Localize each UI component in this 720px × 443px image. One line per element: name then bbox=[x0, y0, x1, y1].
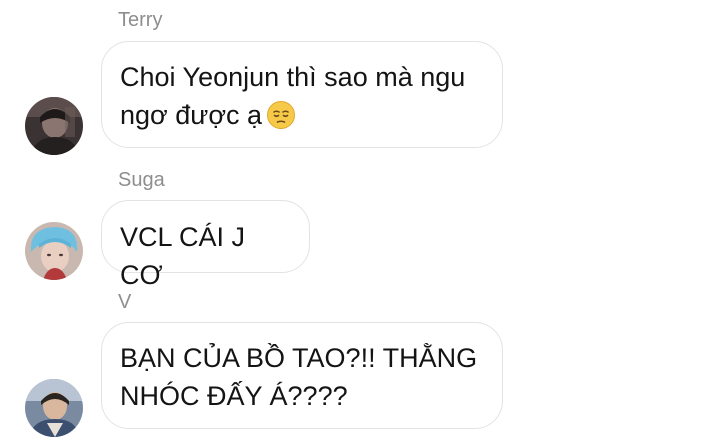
message-text-line-1: Choi Yeonjun thì sao mà ngu bbox=[120, 62, 466, 92]
avatar-terry-image bbox=[25, 97, 83, 155]
sender-name-v: V bbox=[118, 291, 132, 313]
message-text-line-2: NHÓC ĐẤY Á???? bbox=[120, 381, 348, 411]
avatar-terry[interactable] bbox=[25, 97, 83, 155]
avatar-suga-image bbox=[25, 222, 83, 280]
message-text-line-2-text: ngơ được ạ bbox=[120, 100, 263, 130]
message-bubble-suga[interactable]: VCL CÁI J CƠ bbox=[101, 200, 310, 290]
avatar-v-image bbox=[25, 379, 83, 437]
message-text: VCL CÁI J CƠ bbox=[120, 222, 246, 290]
pensive-face-icon bbox=[267, 101, 296, 129]
message-bubble-terry[interactable]: Choi Yeonjun thì sao mà ngu ngơ được ạ bbox=[101, 41, 503, 148]
message-text-line-2: ngơ được ạ bbox=[120, 96, 484, 134]
message-text-line-1: BẠN CỦA BỒ TAO?!! THẰNG bbox=[120, 343, 478, 373]
avatar-suga[interactable] bbox=[25, 222, 83, 280]
sender-name-suga: Suga bbox=[118, 169, 165, 191]
message-bubble-v[interactable]: BẠN CỦA BỒ TAO?!! THẰNG NHÓC ĐẤY Á???? bbox=[101, 322, 503, 429]
sender-name-terry: Terry bbox=[118, 9, 163, 31]
avatar-v[interactable] bbox=[25, 379, 83, 437]
